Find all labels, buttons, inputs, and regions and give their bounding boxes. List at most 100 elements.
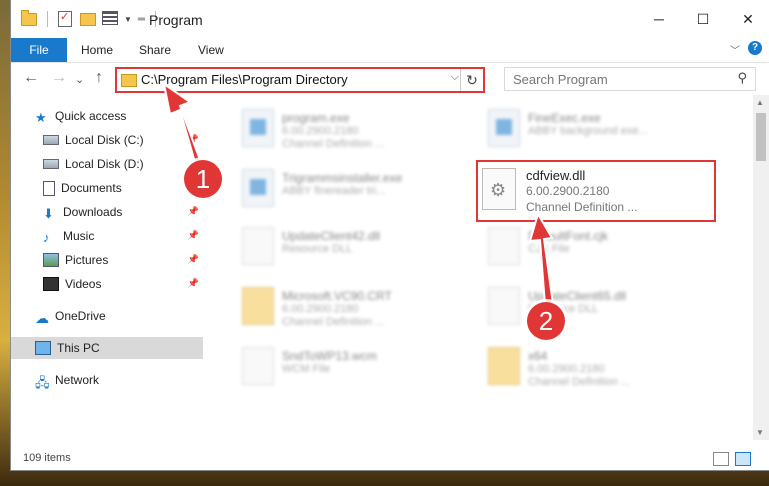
sidebar-item-videos[interactable]: Videos 📌 [11,273,203,295]
refresh-button[interactable]: ↻ [460,69,483,91]
sidebar-item-label: Local Disk (C:) [65,133,144,147]
highlight-box [476,160,716,222]
window-title: Program [149,12,203,28]
sidebar-item-downloads[interactable]: ⬇ Downloads 📌 [11,201,203,223]
list-item[interactable]: x64 6.00.2900.2180 Channel Definition ..… [484,341,724,393]
list-item[interactable]: program.exe 6.00.2900.2180 Channel Defin… [238,103,478,155]
minimize-button[interactable]: ─ [644,8,674,30]
status-bar: 109 items [11,449,769,469]
file-name: FineExec.exe [528,111,601,125]
step-badge-2: 2 [527,302,565,340]
file-detail: Channel Definition ... [282,316,385,328]
file-name: UpdateClient65.dll [528,289,627,303]
file-icon [242,347,274,385]
vertical-scrollbar[interactable]: ▲ ▼ [753,95,769,440]
file-name: x64 [528,349,548,363]
sidebar-item-quick-access[interactable]: ★ Quick access [11,105,203,127]
list-item[interactable]: DefaultFont.cjk CJK File [484,221,724,273]
sidebar-item-local-disk-d[interactable]: Local Disk (D:) [11,153,203,175]
scroll-up-icon[interactable]: ▲ [756,98,764,107]
properties-icon[interactable] [58,10,74,27]
sidebar-item-pictures[interactable]: Pictures 📌 [11,249,203,271]
recent-locations-button[interactable]: ⌄ [75,73,84,86]
sidebar-item-label: Videos [65,277,102,291]
exe-file-icon [242,109,274,147]
sidebar-item-label: Network [55,373,100,387]
explorer-window: ▼ ═ Program ─ ☐ ✕ File Home Share View ﹀… [10,0,769,471]
file-name: Trigrammsinstaller.exe [282,171,403,185]
sidebar-item-local-disk-c[interactable]: Local Disk (C:) 📌 [11,129,203,151]
help-icon[interactable]: ? [748,41,762,55]
list-item[interactable]: SndToWP13.wcm WCM File [238,341,478,393]
pin-icon[interactable]: 📌 [188,254,199,265]
tab-view[interactable]: View [198,38,224,62]
item-count: 109 items [23,452,71,464]
details-view-icon[interactable] [713,452,729,466]
view-dropdown-icon[interactable]: ▼ [124,15,132,24]
list-item[interactable]: UpdateClient65.dll Resource DLL [484,281,724,333]
disk-icon [43,135,59,145]
sidebar-item-network[interactable]: 🖧 Network [11,369,203,391]
file-detail: WCM File [282,363,331,375]
exe-file-icon [488,109,520,147]
up-button[interactable]: ↑ [95,69,103,87]
tiles-view-icon[interactable] [735,452,751,466]
file-detail: CJK File [528,243,570,255]
expand-ribbon-icon[interactable]: ﹀ [730,42,740,57]
sidebar-item-music[interactable]: ♪ Music 📌 [11,225,203,247]
music-icon: ♪ [43,230,50,245]
back-button[interactable]: ← [23,69,39,87]
videos-icon [43,277,59,291]
pin-icon[interactable]: 📌 [188,206,199,217]
sidebar-item-documents[interactable]: Documents 📌 [11,177,203,199]
ribbon-tabs: File Home Share View ﹀ ? [11,38,769,63]
list-item[interactable]: Microsoft.VC90.CRT 6.00.2900.2180 Channe… [238,281,478,333]
sidebar-item-label: Downloads [63,205,123,219]
dll-file-icon [242,227,274,265]
close-button[interactable]: ✕ [733,8,763,30]
cloud-icon: ☁ [35,310,49,326]
search-input[interactable] [511,70,725,88]
file-detail: Channel Definition ... [282,138,385,150]
computer-icon [35,341,51,355]
list-item[interactable]: UpdateClient42.dll Resource DLL [238,221,478,273]
tab-home[interactable]: Home [81,38,113,62]
scroll-down-icon[interactable]: ▼ [756,428,764,437]
customize-toolbar-icon[interactable]: ═ [138,14,145,25]
forward-button[interactable]: → [51,69,67,87]
tab-file[interactable]: File [11,38,67,62]
file-name: SndToWP13.wcm [282,349,377,363]
pin-icon[interactable]: 📌 [188,278,199,289]
sidebar-item-onedrive[interactable]: ☁ OneDrive [11,305,203,327]
search-box[interactable]: ⚲ [504,67,756,91]
address-bar[interactable]: C:\Program Files\Program Directory ⌵ ↻ [115,67,485,93]
view-options-icon[interactable] [102,11,118,27]
network-icon: 🖧 [35,375,50,390]
list-item[interactable]: Trigrammsinstaller.exe ABBY finereader t… [238,163,478,215]
dll-file-icon [488,287,520,325]
maximize-button[interactable]: ☐ [688,8,718,30]
quick-access-toolbar: ▼ ═ [21,10,160,27]
toolbar-divider [47,11,48,27]
navigation-pane: ★ Quick access Local Disk (C:) 📌 Local D… [11,95,203,440]
file-detail: 6.00.2900.2180 [282,125,359,137]
scrollbar-thumb[interactable] [756,113,766,161]
pin-icon[interactable]: 📌 [188,134,199,145]
address-text[interactable]: C:\Program Files\Program Directory [141,72,348,87]
list-item[interactable]: FineExec.exe ABBY background exe... [484,103,724,155]
tab-share[interactable]: Share [139,38,171,62]
file-icon [488,227,520,265]
step-badge-1: 1 [184,160,222,198]
sidebar-item-label: Pictures [65,253,109,267]
search-icon: ⚲ [737,70,747,85]
file-name: DefaultFont.cjk [528,229,609,243]
file-detail: 6.00.2900.2180 [528,363,605,375]
pin-icon[interactable]: 📌 [188,230,199,241]
file-detail: Channel Definition ... [528,376,631,388]
sidebar-item-this-pc[interactable]: This PC [11,337,203,359]
star-icon: ★ [35,110,47,125]
sidebar-item-label: Documents [61,181,122,195]
new-folder-icon[interactable] [80,11,96,27]
chevron-down-icon[interactable]: ⌵ [451,71,459,84]
file-detail: 6.00.2900.2180 [282,303,359,315]
